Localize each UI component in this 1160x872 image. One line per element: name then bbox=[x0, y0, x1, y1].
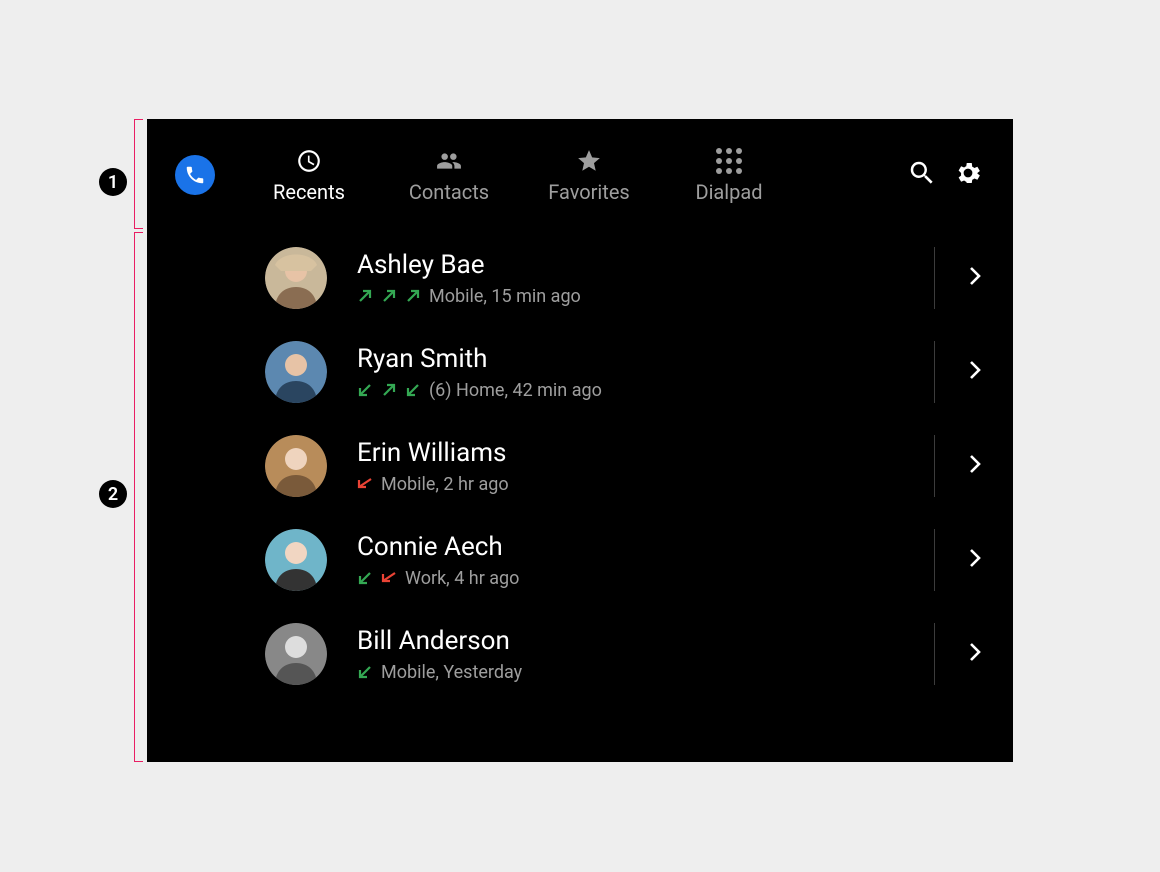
annotation-callout-1: 1 bbox=[99, 168, 127, 196]
call-name: Connie Aech bbox=[357, 532, 916, 562]
call-row[interactable]: Ryan Smith (6) Home, 42 min ago bbox=[147, 325, 1013, 419]
tab-favorites[interactable]: Favorites bbox=[519, 146, 659, 204]
tab-recents-label: Recents bbox=[273, 180, 345, 204]
call-subtitle: Mobile, Yesterday bbox=[357, 662, 916, 683]
annotation-bracket-2 bbox=[134, 232, 143, 762]
call-info: Bill Anderson Mobile, Yesterday bbox=[357, 626, 916, 683]
call-row[interactable]: Ashley Bae Mobile, 15 min ago bbox=[147, 231, 1013, 325]
chevron-right-icon bbox=[968, 547, 982, 573]
outgoing-call-icon bbox=[381, 382, 397, 398]
dialpad-icon bbox=[716, 146, 742, 176]
incoming-call-icon bbox=[357, 664, 373, 680]
call-detail: (6) Home, 42 min ago bbox=[429, 380, 602, 401]
incoming-call-icon bbox=[357, 382, 373, 398]
call-info: Connie Aech Work, 4 hr ago bbox=[357, 532, 916, 589]
row-divider bbox=[934, 435, 935, 497]
phone-app-window: Recents Contacts Favorites bbox=[147, 119, 1013, 762]
outgoing-call-icon bbox=[357, 288, 373, 304]
call-detail: Mobile, 2 hr ago bbox=[381, 474, 509, 495]
call-info: Ryan Smith (6) Home, 42 min ago bbox=[357, 344, 916, 401]
search-button[interactable] bbox=[899, 152, 945, 198]
avatar bbox=[265, 247, 327, 309]
tab-contacts[interactable]: Contacts bbox=[379, 146, 519, 204]
avatar bbox=[265, 435, 327, 497]
tabs: Recents Contacts Favorites bbox=[239, 146, 799, 204]
outgoing-call-icon bbox=[381, 288, 397, 304]
annotation-bracket-1 bbox=[134, 119, 143, 229]
row-divider bbox=[934, 247, 935, 309]
call-subtitle: Mobile, 15 min ago bbox=[357, 286, 916, 307]
row-divider bbox=[934, 623, 935, 685]
call-name: Bill Anderson bbox=[357, 626, 916, 656]
tab-favorites-label: Favorites bbox=[548, 180, 630, 204]
avatar bbox=[265, 341, 327, 403]
incoming-call-icon bbox=[357, 570, 373, 586]
call-info: Ashley Bae Mobile, 15 min ago bbox=[357, 250, 916, 307]
recent-calls-list: Ashley Bae Mobile, 15 min ago Ryan Smith (… bbox=[147, 231, 1013, 701]
call-name: Erin Williams bbox=[357, 438, 916, 468]
missed-call-icon bbox=[357, 476, 373, 492]
people-icon bbox=[436, 146, 462, 176]
call-subtitle: Work, 4 hr ago bbox=[357, 568, 916, 589]
chevron-right-icon bbox=[968, 359, 982, 385]
call-row[interactable]: Bill Anderson Mobile, Yesterday bbox=[147, 607, 1013, 701]
chevron-right-icon bbox=[968, 453, 982, 479]
call-subtitle: Mobile, 2 hr ago bbox=[357, 474, 916, 495]
chevron-right-icon bbox=[968, 265, 982, 291]
tab-dialpad-label: Dialpad bbox=[695, 180, 762, 204]
phone-app-icon bbox=[175, 155, 215, 195]
row-divider bbox=[934, 529, 935, 591]
tab-recents[interactable]: Recents bbox=[239, 146, 379, 204]
settings-button[interactable] bbox=[945, 152, 991, 198]
annotation-callout-2: 2 bbox=[99, 480, 127, 508]
call-detail: Work, 4 hr ago bbox=[405, 568, 519, 589]
call-detail: Mobile, 15 min ago bbox=[429, 286, 581, 307]
disclosure-button[interactable] bbox=[961, 453, 989, 479]
call-row[interactable]: Erin Williams Mobile, 2 hr ago bbox=[147, 419, 1013, 513]
star-icon bbox=[576, 146, 602, 176]
chevron-right-icon bbox=[968, 641, 982, 667]
clock-icon bbox=[296, 146, 322, 176]
call-row[interactable]: Connie Aech Work, 4 hr ago bbox=[147, 513, 1013, 607]
tab-bar: Recents Contacts Favorites bbox=[147, 119, 1013, 231]
missed-call-icon bbox=[381, 570, 397, 586]
avatar bbox=[265, 529, 327, 591]
disclosure-button[interactable] bbox=[961, 265, 989, 291]
disclosure-button[interactable] bbox=[961, 641, 989, 667]
disclosure-button[interactable] bbox=[961, 547, 989, 573]
tab-contacts-label: Contacts bbox=[409, 180, 489, 204]
outgoing-call-icon bbox=[405, 288, 421, 304]
incoming-call-icon bbox=[405, 382, 421, 398]
call-subtitle: (6) Home, 42 min ago bbox=[357, 380, 916, 401]
call-name: Ryan Smith bbox=[357, 344, 916, 374]
call-detail: Mobile, Yesterday bbox=[381, 662, 522, 683]
disclosure-button[interactable] bbox=[961, 359, 989, 385]
call-info: Erin Williams Mobile, 2 hr ago bbox=[357, 438, 916, 495]
tab-dialpad[interactable]: Dialpad bbox=[659, 146, 799, 204]
gear-icon bbox=[953, 158, 983, 192]
row-divider bbox=[934, 341, 935, 403]
search-icon bbox=[907, 158, 937, 192]
call-name: Ashley Bae bbox=[357, 250, 916, 280]
avatar bbox=[265, 623, 327, 685]
